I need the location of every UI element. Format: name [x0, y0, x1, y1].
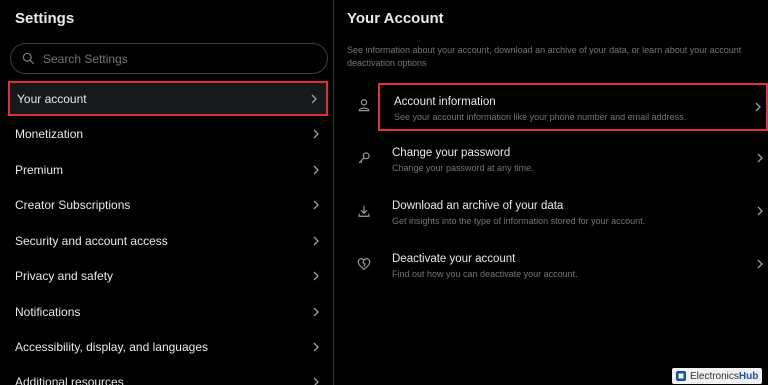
nav-item-privacy[interactable]: Privacy and safety [8, 258, 328, 293]
nav-item-label: Accessibility, display, and languages [15, 339, 208, 354]
chevron-right-icon [755, 102, 761, 112]
account-description: See information about your account, down… [347, 45, 742, 68]
chevron-right-icon [757, 259, 763, 269]
watermark: Electronics Hub [672, 368, 762, 384]
chevron-right-icon [313, 342, 319, 351]
chevron-right-icon [313, 165, 319, 174]
deactivate-account-box[interactable]: Deactivate your account Find out how you… [378, 242, 768, 290]
account-title: Your Account [347, 10, 444, 27]
item-title: Download an archive of your data [392, 200, 564, 212]
item-subtitle: Find out how you can deactivate your acc… [392, 269, 578, 279]
nav-item-monetization[interactable]: Monetization [8, 116, 328, 151]
change-password-box[interactable]: Change your password Change your passwor… [378, 136, 768, 184]
nav-item-additional-resources[interactable]: Additional resources [8, 364, 328, 385]
chevron-right-icon [311, 94, 317, 103]
nav-item-label: Notifications [15, 304, 81, 319]
download-archive-item[interactable]: Download an archive of your data Get ins… [335, 189, 768, 239]
chevron-right-icon [313, 129, 319, 138]
electronics-hub-logo-icon [676, 371, 686, 381]
nav-item-notifications[interactable]: Notifications [8, 294, 328, 329]
search-icon [22, 52, 35, 65]
nav-item-your-account[interactable]: Your account [8, 81, 328, 116]
account-information-box[interactable]: Account information See your account inf… [378, 83, 768, 131]
broken-heart-icon [357, 258, 371, 270]
change-password-item[interactable]: Change your password Change your passwor… [335, 136, 768, 186]
nav-item-label: Security and account access [15, 233, 168, 248]
download-archive-box[interactable]: Download an archive of your data Get ins… [378, 189, 768, 237]
item-subtitle: See your account information like your p… [394, 112, 687, 122]
item-subtitle: Change your password at any time. [392, 163, 534, 173]
chevron-right-icon [757, 153, 763, 163]
item-title: Change your password [392, 147, 511, 159]
search-box[interactable] [10, 43, 328, 74]
settings-title: Settings [15, 10, 75, 27]
download-icon [358, 205, 370, 217]
nav-item-label: Creator Subscriptions [15, 197, 131, 212]
nav-item-label: Your account [17, 91, 87, 106]
nav-item-label: Additional resources [15, 374, 124, 385]
item-subtitle: Get insights into the type of informatio… [392, 216, 646, 226]
watermark-prefix: Electronics [690, 370, 739, 382]
nav-item-accessibility[interactable]: Accessibility, display, and languages [8, 329, 328, 364]
settings-panel: Settings Your account Monetization Premi… [0, 0, 334, 385]
watermark-suffix: Hub [738, 370, 759, 382]
deactivate-account-item[interactable]: Deactivate your account Find out how you… [335, 242, 768, 292]
chevron-right-icon [313, 200, 319, 209]
item-title: Deactivate your account [392, 253, 516, 265]
nav-item-label: Monetization [15, 126, 84, 141]
nav-item-label: Premium [15, 162, 64, 177]
nav-item-security[interactable]: Security and account access [8, 223, 328, 258]
chevron-right-icon [757, 206, 763, 216]
nav-item-label: Privacy and safety [15, 268, 114, 283]
chevron-right-icon [313, 271, 319, 280]
search-input[interactable] [41, 50, 305, 67]
nav-item-premium[interactable]: Premium [8, 152, 328, 187]
account-information-item[interactable]: Account information See your account inf… [335, 83, 768, 133]
chevron-right-icon [313, 236, 319, 245]
key-icon [358, 152, 370, 164]
nav-item-creator-subscriptions[interactable]: Creator Subscriptions [8, 187, 328, 222]
chevron-right-icon [313, 307, 319, 316]
account-panel: Your Account See information about your … [335, 0, 768, 385]
chevron-right-icon [313, 377, 319, 385]
person-icon [358, 99, 370, 112]
item-title: Account information [394, 96, 496, 108]
